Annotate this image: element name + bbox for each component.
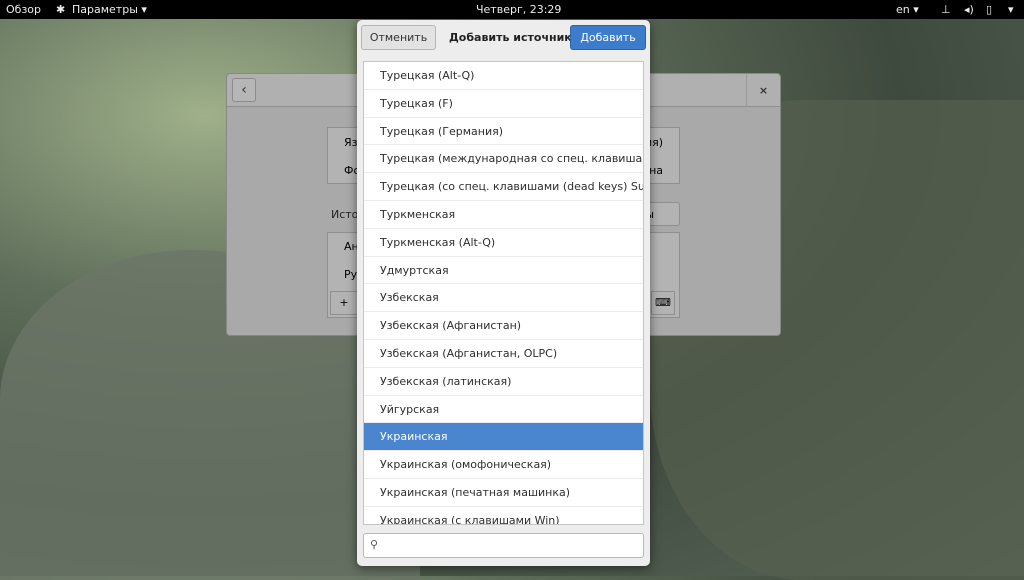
list-item[interactable]: Узбекская (Афганистан)	[364, 312, 643, 340]
list-item[interactable]: Украинская	[364, 423, 643, 452]
top-bar: Обзор ✱ Параметры ▾ Четверг, 23:29 en ▾ …	[0, 0, 1024, 19]
add-source-button[interactable]: +	[330, 291, 358, 315]
list-item[interactable]: Турецкая (Alt-Q)	[364, 62, 643, 90]
clock[interactable]: Четверг, 23:29	[476, 3, 561, 16]
list-item[interactable]: Украинская (с клавишами Win)	[364, 507, 643, 524]
list-item[interactable]: Украинская (печатная машинка)	[364, 479, 643, 507]
layout-list[interactable]: Турецкая (Alt-Q) Турецкая (F) Турецкая (Ге…	[363, 61, 644, 525]
list-item[interactable]: Туркменская	[364, 201, 643, 229]
activities-button[interactable]: Обзор	[6, 3, 41, 16]
list-item[interactable]: Турецкая (со спец. клавишами (dead keys)…	[364, 173, 643, 201]
volume-icon[interactable]: ◂)	[964, 3, 974, 16]
app-menu-icon: ✱	[56, 3, 66, 16]
keyboard-icon[interactable]: ⌨	[651, 291, 675, 315]
list-item[interactable]: Турецкая (Германия)	[364, 118, 643, 146]
battery-icon[interactable]: ▯	[986, 3, 992, 16]
list-item[interactable]: Турецкая (F)	[364, 90, 643, 118]
search-icon: ⚲	[370, 538, 379, 551]
search-input[interactable]	[386, 536, 636, 555]
input-sources-label: Исто	[331, 208, 359, 221]
list-item[interactable]: Турецкая (международная со спец. клавиша…	[364, 145, 643, 174]
list-item[interactable]: Уйгурская	[364, 396, 643, 424]
list-item[interactable]: Узбекская	[364, 284, 643, 313]
cancel-button[interactable]: Отменить	[361, 25, 436, 50]
list-item[interactable]: Туркменская (Alt-Q)	[364, 229, 643, 257]
search-field[interactable]: ⚲	[363, 533, 644, 558]
list-item[interactable]: Узбекская (латинская)	[364, 368, 643, 396]
system-menu-arrow[interactable]: ▾	[1008, 3, 1014, 16]
list-item[interactable]: Узбекская (Афганистан, OLPC)	[364, 340, 643, 368]
back-button[interactable]: ‹	[232, 78, 256, 102]
input-language[interactable]: en ▾	[896, 3, 919, 16]
close-button[interactable]: ×	[746, 74, 780, 107]
list-item[interactable]: Украинская (омофоническая)	[364, 451, 643, 479]
add-input-source-dialog: Отменить Добавить источник... Добавить Т…	[357, 20, 650, 566]
list-item[interactable]: Удмуртская	[364, 257, 643, 285]
app-menu[interactable]: Параметры ▾	[72, 3, 147, 16]
add-button[interactable]: Добавить	[570, 25, 646, 50]
dialog-title: Добавить источник...	[449, 31, 585, 44]
network-icon[interactable]: ⊥	[941, 3, 951, 16]
